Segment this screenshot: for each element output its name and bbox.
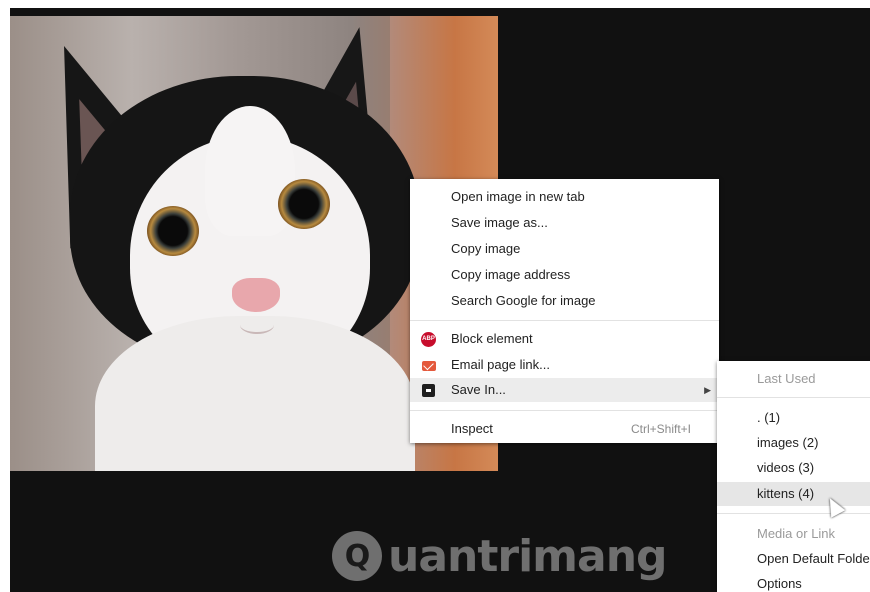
submenu-item-folder[interactable]: images (2) bbox=[717, 431, 870, 455]
submenu-arrow-icon: ▶ bbox=[704, 385, 711, 395]
submenu-item-folder-kittens[interactable]: kittens (4) bbox=[717, 482, 870, 506]
kitten-nose bbox=[232, 278, 280, 312]
adblock-plus-icon: ABP bbox=[421, 332, 436, 347]
submenu-separator bbox=[717, 397, 870, 398]
watermark-badge: Q bbox=[332, 531, 382, 581]
submenu-item-folder[interactable]: . (1) bbox=[717, 406, 870, 430]
menu-item-copy-image[interactable]: Copy image bbox=[410, 237, 719, 261]
kitten-left-eye bbox=[147, 206, 199, 256]
context-menu: Open image in new tab Save image as... C… bbox=[410, 179, 719, 443]
menu-item-save-in[interactable]: Save In... ▶ bbox=[410, 378, 719, 402]
menu-separator bbox=[410, 320, 719, 321]
menu-item-label: Copy image bbox=[451, 241, 521, 256]
menu-item-label: Save In... bbox=[451, 382, 506, 397]
save-in-submenu: Last Used . (1) images (2) videos (3) ki… bbox=[717, 361, 870, 592]
kitten-mouth bbox=[240, 316, 274, 334]
submenu-separator bbox=[717, 513, 870, 514]
menu-item-label: Inspect bbox=[451, 421, 493, 436]
menu-item-email-page-link[interactable]: Email page link... bbox=[410, 353, 719, 377]
menu-item-search-google-image[interactable]: Search Google for image bbox=[410, 289, 719, 313]
menu-item-label: Copy image address bbox=[451, 267, 571, 282]
menu-item-label: Email page link... bbox=[451, 357, 550, 372]
submenu-header-media-or-link: Media or Link bbox=[757, 526, 836, 541]
submenu-header-last-used: Last Used bbox=[757, 371, 816, 386]
menu-item-label: Save image as... bbox=[451, 215, 548, 230]
kitten-right-eye bbox=[278, 179, 330, 229]
menu-item-inspect[interactable]: Inspect Ctrl+Shift+I bbox=[410, 417, 719, 441]
submenu-item-options[interactable]: Options bbox=[717, 572, 870, 592]
menu-item-label: Open image in new tab bbox=[451, 189, 585, 204]
menu-item-label: Search Google for image bbox=[451, 293, 596, 308]
watermark-logo: Q uantrimang bbox=[332, 524, 668, 588]
menu-separator bbox=[410, 410, 719, 411]
menu-item-shortcut: Ctrl+Shift+I bbox=[630, 422, 691, 436]
menu-item-open-image-new-tab[interactable]: Open image in new tab bbox=[410, 185, 719, 209]
watermark-text: uantrimang bbox=[388, 530, 668, 582]
menu-item-block-element[interactable]: ABP Block element bbox=[410, 327, 719, 351]
menu-item-label: Block element bbox=[451, 331, 533, 346]
save-in-icon bbox=[421, 383, 436, 398]
submenu-item-open-default-folder[interactable]: Open Default Folder bbox=[717, 547, 870, 571]
menu-item-copy-image-address[interactable]: Copy image address bbox=[410, 263, 719, 287]
submenu-item-folder[interactable]: videos (3) bbox=[717, 456, 870, 480]
menu-item-save-image-as[interactable]: Save image as... bbox=[410, 211, 719, 235]
email-icon bbox=[421, 358, 436, 373]
kitten-body bbox=[95, 316, 415, 471]
